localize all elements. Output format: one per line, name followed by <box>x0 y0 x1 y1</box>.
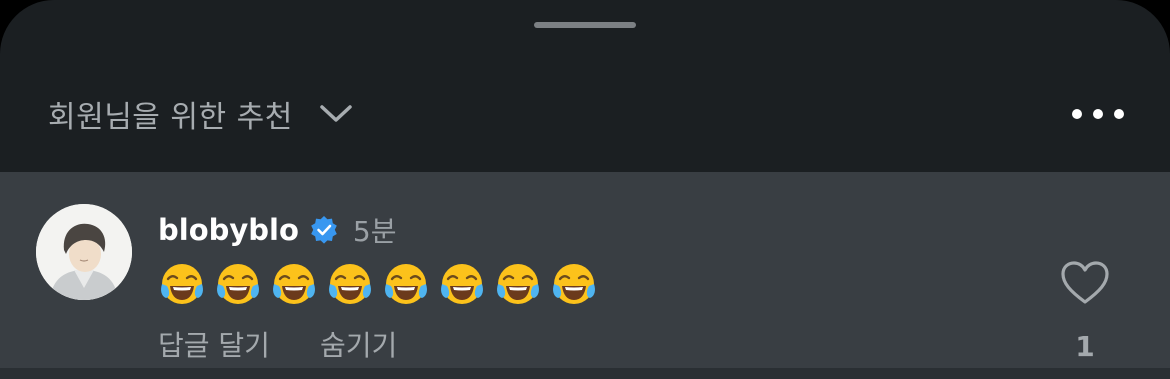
more-options-button[interactable] <box>1072 102 1124 126</box>
face-with-tears-of-joy-icon <box>329 264 371 304</box>
avatar[interactable] <box>36 204 132 300</box>
more-dot-icon <box>1072 109 1082 119</box>
heart-icon[interactable] <box>1060 260 1110 306</box>
like-count: 1 <box>1075 330 1095 363</box>
comment-timestamp: 5분 <box>352 215 397 248</box>
reply-button[interactable]: 답글 달기 <box>158 324 270 364</box>
face-with-tears-of-joy-icon <box>441 264 483 304</box>
face-with-tears-of-joy-icon <box>385 264 427 304</box>
avatar-illustration <box>36 204 132 300</box>
comment-header: blobyblo 5분 <box>158 210 397 250</box>
comment-actions: 답글 달기 숨기기 <box>158 324 397 364</box>
bottom-divider <box>0 368 1170 379</box>
sheet-grabber-handle[interactable] <box>534 22 636 28</box>
chevron-down-icon <box>320 105 352 122</box>
hide-button[interactable]: 숨기기 <box>320 324 397 364</box>
face-with-tears-of-joy-icon <box>217 264 259 304</box>
username[interactable]: blobyblo <box>158 213 299 247</box>
sort-selector[interactable]: 회원님을 위한 추천 <box>48 92 353 136</box>
comment-text <box>158 260 598 308</box>
more-dot-icon <box>1093 109 1103 119</box>
face-with-tears-of-joy-icon <box>161 264 203 304</box>
comments-sheet: 회원님을 위한 추천 blobyblo 5분 답글 달기 숨기기 1 <box>0 0 1170 379</box>
face-with-tears-of-joy-icon <box>497 264 539 304</box>
comment-item: blobyblo 5분 답글 달기 숨기기 1 <box>0 172 1170 368</box>
more-dot-icon <box>1114 109 1124 119</box>
face-with-tears-of-joy-icon <box>273 264 315 304</box>
verified-badge-icon <box>311 216 337 244</box>
sort-label: 회원님을 위한 추천 <box>48 100 293 135</box>
face-with-tears-of-joy-icon <box>553 264 595 304</box>
